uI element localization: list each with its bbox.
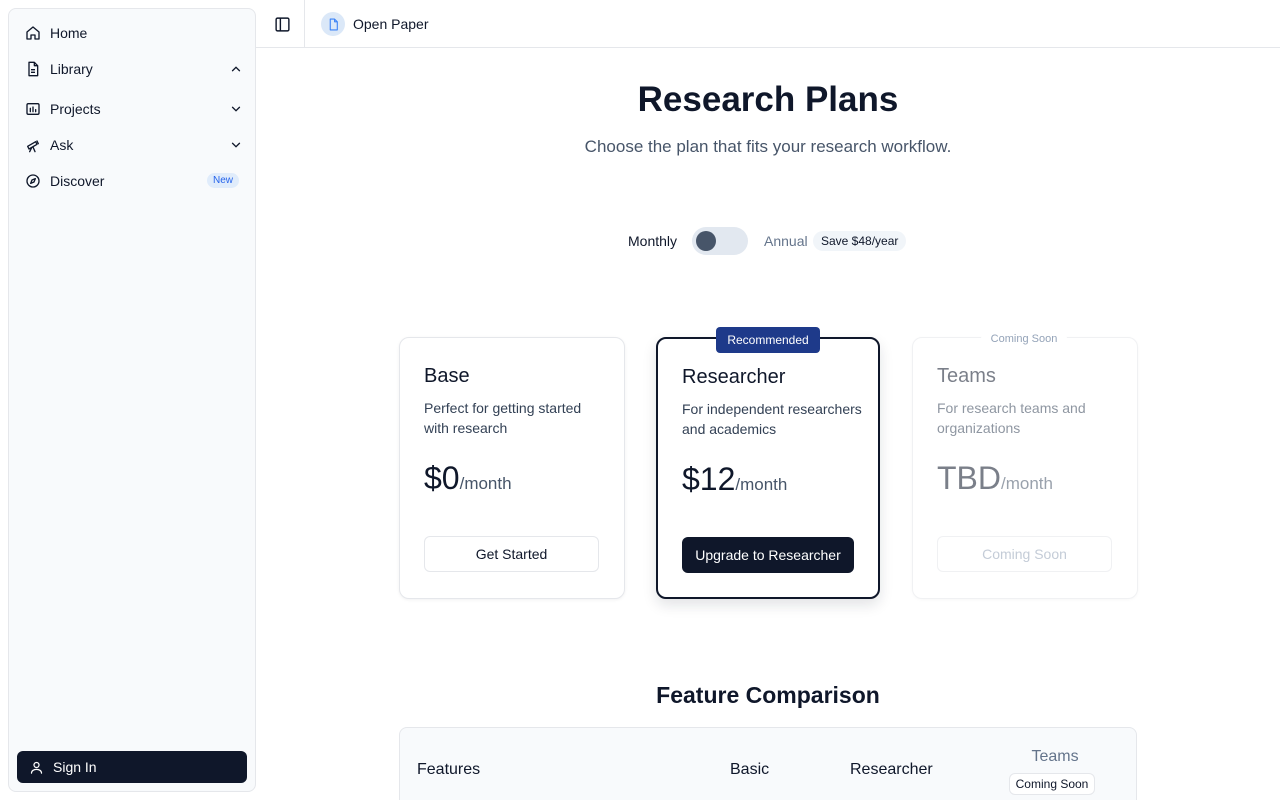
price-value: TBD xyxy=(937,460,1001,496)
user-icon xyxy=(30,761,43,774)
sidebar-item-label: Discover xyxy=(50,173,105,189)
upgrade-to-researcher-button[interactable]: Upgrade to Researcher xyxy=(682,537,854,573)
toggle-knob xyxy=(696,231,716,251)
price-value: $0 xyxy=(424,460,460,496)
get-started-button[interactable]: Get Started xyxy=(424,536,599,572)
plan-card-researcher: Researcher For independent researchers a… xyxy=(656,337,880,599)
sidebar-item-label: Projects xyxy=(50,101,101,117)
page-title: Research Plans xyxy=(637,80,899,119)
sidebar-toggle-button[interactable] xyxy=(270,12,294,36)
plan-price: $12/month xyxy=(682,461,787,498)
plan-price: $0/month xyxy=(424,460,512,497)
sidebar: Home Library Projects Ask Discover New S… xyxy=(8,8,256,792)
coming-soon-button: Coming Soon xyxy=(937,536,1112,572)
compass-icon xyxy=(25,173,41,189)
plan-description: For independent researchers and academic… xyxy=(682,401,862,437)
document-icon xyxy=(25,61,41,77)
billing-monthly-label[interactable]: Monthly xyxy=(628,233,677,249)
chevron-up-icon[interactable] xyxy=(229,62,243,76)
recommended-badge: Recommended xyxy=(716,327,820,353)
sidebar-item-home[interactable]: Home xyxy=(17,17,247,49)
home-icon xyxy=(25,25,41,41)
price-period: /month xyxy=(735,475,788,494)
chevron-down-icon[interactable] xyxy=(229,102,243,116)
save-badge: Save $48/year xyxy=(813,231,907,251)
sidebar-item-label: Ask xyxy=(50,137,74,153)
column-header-basic: Basic xyxy=(730,761,770,778)
plan-card-teams: Teams For research teams and organizatio… xyxy=(912,337,1138,599)
plan-name: Base xyxy=(424,365,470,387)
divider xyxy=(304,0,305,48)
telescope-icon xyxy=(25,137,41,153)
billing-period-toggle[interactable] xyxy=(692,227,748,255)
sidebar-item-library[interactable]: Library xyxy=(17,53,247,85)
chart-icon xyxy=(25,101,41,117)
plan-description: Perfect for getting started with researc… xyxy=(424,400,582,436)
teams-coming-soon-badge: Coming Soon xyxy=(1009,773,1095,795)
chevron-down-icon[interactable] xyxy=(229,138,243,152)
sign-in-label: Sign In xyxy=(53,759,97,775)
new-badge: New xyxy=(206,173,239,188)
plan-card-base: Base Perfect for getting started with re… xyxy=(399,337,625,599)
sidebar-item-discover[interactable]: Discover New xyxy=(17,165,247,197)
plan-name: Researcher xyxy=(682,366,786,388)
coming-soon-badge: Coming Soon xyxy=(981,329,1067,349)
sidebar-item-label: Home xyxy=(50,25,88,41)
feature-comparison-title: Feature Comparison xyxy=(656,682,880,708)
price-period: /month xyxy=(1001,474,1053,493)
document-title[interactable]: Open Paper xyxy=(353,16,429,32)
top-bar: Open Paper xyxy=(256,0,1280,48)
billing-annual-label[interactable]: Annual xyxy=(764,233,808,249)
plan-name: Teams xyxy=(937,365,996,387)
document-icon xyxy=(321,12,345,36)
sidebar-item-label: Library xyxy=(50,61,93,77)
sign-in-button[interactable]: Sign In xyxy=(17,751,247,783)
sidebar-item-ask[interactable]: Ask xyxy=(17,129,247,161)
price-value: $12 xyxy=(682,461,736,497)
plan-price: TBD/month xyxy=(937,460,1053,497)
column-header-researcher: Researcher xyxy=(850,761,933,778)
price-period: /month xyxy=(459,474,512,493)
feature-comparison-table: Features Basic Researcher Teams Coming S… xyxy=(399,727,1137,800)
plan-description: For research teams and organizations xyxy=(937,400,1086,436)
sidebar-toggle-icon xyxy=(274,16,290,32)
page-subtitle: Choose the plan that fits your research … xyxy=(584,137,952,156)
column-header-features: Features xyxy=(417,761,481,778)
sidebar-item-projects[interactable]: Projects xyxy=(17,93,247,125)
column-header-teams: Teams xyxy=(1031,748,1079,765)
